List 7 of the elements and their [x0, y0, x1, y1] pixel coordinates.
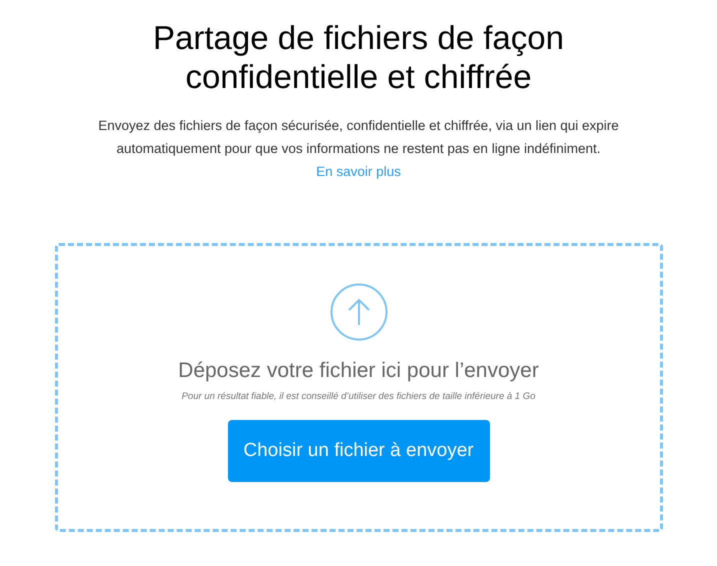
drop-zone[interactable]: Déposez votre fichier ici pour l’envoyer Pour un résultat fiable, il est conseillé d’utiliser des fichiers de taille inférieure à 1 Go Choisir un fichier à envoyer — [54, 243, 662, 532]
size-hint: Pour un résultat fiable, il est conseillé d’utiliser des fichiers de taille inférieure à 1 Go — [182, 390, 536, 404]
description-text: Envoyez des fichiers de façon sécurisée, confidentielle et chiffrée, via un lien qui expire automatiquement pour que vos informations ne restent pas en ligne indéfiniment. — [97, 117, 620, 158]
learn-more-link[interactable]: En savoir plus — [316, 160, 401, 183]
choose-file-button[interactable]: Choisir un fichier à envoyer — [228, 420, 490, 482]
drop-heading: Déposez votre fichier ici pour l’envoyer — [178, 358, 539, 384]
page-title: Partage de fichiers de façon confidentielle et chiffrée — [152, 18, 565, 96]
